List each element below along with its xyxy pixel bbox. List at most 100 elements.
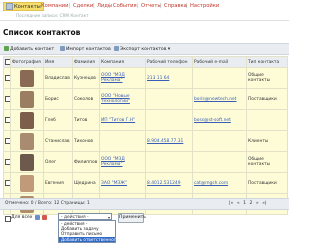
add-contact-button[interactable]: Добавить контакт — [4, 46, 54, 52]
contact-phone[interactable]: 213 11 64 — [145, 67, 193, 89]
page-1-link[interactable]: 1 — [243, 201, 246, 206]
column-header[interactable]: Рабочий e-mail — [192, 56, 247, 68]
contact-name[interactable]: Олег — [43, 151, 73, 173]
pagination: |« « 1 2 » »| — [228, 201, 268, 206]
row-checkbox[interactable] — [3, 109, 11, 131]
contact-name[interactable]: Глеб — [43, 109, 73, 131]
nav-reports[interactable]: Отчеты — [141, 3, 161, 10]
contact-email[interactable] — [192, 151, 247, 173]
table-row[interactable]: Евгения Щедрина ЗАО "МЗЖ" 8.4012.531249 … — [3, 172, 288, 194]
contact-company[interactable]: ИП "Титов Г.Н" — [99, 109, 146, 131]
row-checkbox[interactable] — [3, 151, 11, 173]
column-header[interactable]: Тип контакта — [246, 56, 288, 68]
row-checkbox[interactable] — [3, 67, 11, 89]
contact-name[interactable]: Станислав — [43, 130, 73, 152]
chevron-down-icon: ▾ — [166, 47, 171, 52]
contact-type: Общие контакты — [246, 67, 288, 89]
contact-phone[interactable]: 8.4012.531249 — [145, 172, 193, 194]
contact-phone[interactable] — [145, 109, 193, 131]
contact-type: Поставщики — [246, 172, 288, 194]
delete-icon[interactable] — [42, 215, 47, 220]
table-footer: Отмечено: 0 / Всего: 12 Страницы: 1 |« «… — [0, 198, 289, 210]
row-checkbox[interactable] — [3, 130, 11, 152]
column-header[interactable]: Фотография — [10, 56, 44, 68]
contact-email[interactable]: boris@newtech.net — [192, 88, 247, 110]
contact-email[interactable]: cat@mgsh.com — [192, 172, 247, 194]
contact-photo — [10, 130, 44, 152]
import-contacts-button[interactable]: Импорт контактов — [60, 46, 111, 52]
import-icon — [60, 46, 65, 51]
apply-to-all-label: Для всех — [11, 215, 33, 220]
add-icon — [4, 46, 9, 51]
page-2-link[interactable]: 2 — [250, 201, 253, 206]
page-title: Список контактов — [3, 28, 81, 37]
toolbar: Добавить контакт Импорт контактов Экспор… — [0, 43, 289, 55]
export-icon — [114, 46, 119, 51]
column-header[interactable]: Фамилия — [72, 56, 100, 68]
contact-phone[interactable]: 8.904.458.77.31 — [145, 130, 193, 152]
first-page-button[interactable]: |« — [229, 201, 233, 206]
nav-contacts[interactable]: Контакты — [3, 2, 44, 11]
apply-button[interactable]: Применить — [118, 213, 146, 223]
row-checkbox[interactable] — [3, 172, 11, 194]
contact-photo — [10, 88, 44, 110]
contact-email[interactable]: boss@st-soft.net — [192, 109, 247, 131]
bulk-action-dropdown: - действия - Добавить задачу Отправить п… — [58, 220, 118, 243]
column-header[interactable]: Рабочий телефон — [145, 56, 193, 68]
nav-deals[interactable]: Сделки — [73, 3, 93, 10]
contact-type — [246, 109, 288, 131]
row-checkbox[interactable] — [3, 88, 11, 110]
top-navigation: Контакты Компании | Сделки | Лиды | Собы… — [0, 0, 289, 12]
contact-name[interactable]: Евгения — [43, 172, 73, 194]
contact-photo — [10, 67, 44, 89]
contact-company[interactable]: ООО "Новые технологии" — [99, 88, 146, 110]
contact-photo — [10, 172, 44, 194]
contact-company[interactable]: ООО "МЗД Реклама" — [99, 151, 146, 173]
table-row[interactable]: Олег Филиппов ООО "МЗД Реклама" Общие ко… — [3, 151, 288, 173]
nav-events[interactable]: События — [113, 3, 137, 10]
contact-surname[interactable]: Тихонов — [72, 130, 100, 152]
contact-phone[interactable] — [145, 88, 193, 110]
contact-company[interactable]: ЗАО "МЗЖ" — [99, 172, 146, 194]
contact-type: Поставщики — [246, 88, 288, 110]
select-all-checkbox[interactable] — [3, 56, 11, 68]
contact-surname[interactable]: Соколов — [72, 88, 100, 110]
edit-icon[interactable] — [35, 215, 40, 220]
contact-phone[interactable] — [145, 151, 193, 173]
contact-company[interactable]: ООО "МЗД Реклама" — [99, 67, 146, 89]
contact-name[interactable]: Борис — [43, 88, 73, 110]
contact-surname[interactable]: Щедрина — [72, 172, 100, 194]
column-header[interactable]: Компания — [99, 56, 146, 68]
contact-email[interactable] — [192, 67, 247, 89]
prev-page-button[interactable]: « — [237, 201, 240, 206]
contact-photo — [10, 151, 44, 173]
column-header[interactable]: Имя — [43, 56, 73, 68]
nav-companies[interactable]: Компании — [41, 3, 68, 10]
contact-surname[interactable]: Кузнецов — [72, 67, 100, 89]
table-row[interactable]: Станислав Тихонов 8.904.458.77.31 Клиент… — [3, 130, 288, 152]
contact-type: Общие контакты — [246, 151, 288, 173]
contact-surname[interactable]: Филиппов — [72, 151, 100, 173]
contact-type: Клиенты — [246, 130, 288, 152]
contact-name[interactable]: Владислав — [43, 67, 73, 89]
table-row[interactable]: Борис Соколов ООО "Новые технологии" bor… — [3, 88, 288, 110]
bulk-action-select[interactable]: - действия - ▾ — [58, 213, 112, 220]
contact-email[interactable] — [192, 130, 247, 152]
contact-photo — [10, 109, 44, 131]
selection-info: Отмечено: 0 / Всего: 12 Страницы: 1 — [5, 201, 90, 206]
table-header: Фотография Имя Фамилия Компания Рабочий … — [3, 56, 288, 68]
table-row[interactable]: Владислав Кузнецов ООО "МЗД Реклама" 213… — [3, 67, 288, 89]
recent-records: Последние записи: CRM Контакт — [16, 13, 89, 18]
contact-surname[interactable]: Титов — [72, 109, 100, 131]
dropdown-option-highlighted[interactable]: Добавить ответственного — [59, 236, 118, 242]
last-page-button[interactable]: »| — [262, 201, 266, 206]
next-page-button[interactable]: » — [256, 201, 259, 206]
contacts-table: Фотография Имя Фамилия Компания Рабочий … — [3, 56, 288, 215]
export-contacts-button[interactable]: Экспорт контактов ▾ — [114, 46, 170, 52]
nav-settings[interactable]: Настройки — [190, 3, 219, 10]
table-row[interactable]: Глеб Титов ИП "Титов Г.Н" boss@st-soft.n… — [3, 109, 288, 131]
nav-help[interactable]: Справка — [164, 3, 187, 10]
divider — [0, 20, 289, 21]
contact-company[interactable] — [99, 130, 146, 152]
contacts-icon — [6, 3, 13, 10]
